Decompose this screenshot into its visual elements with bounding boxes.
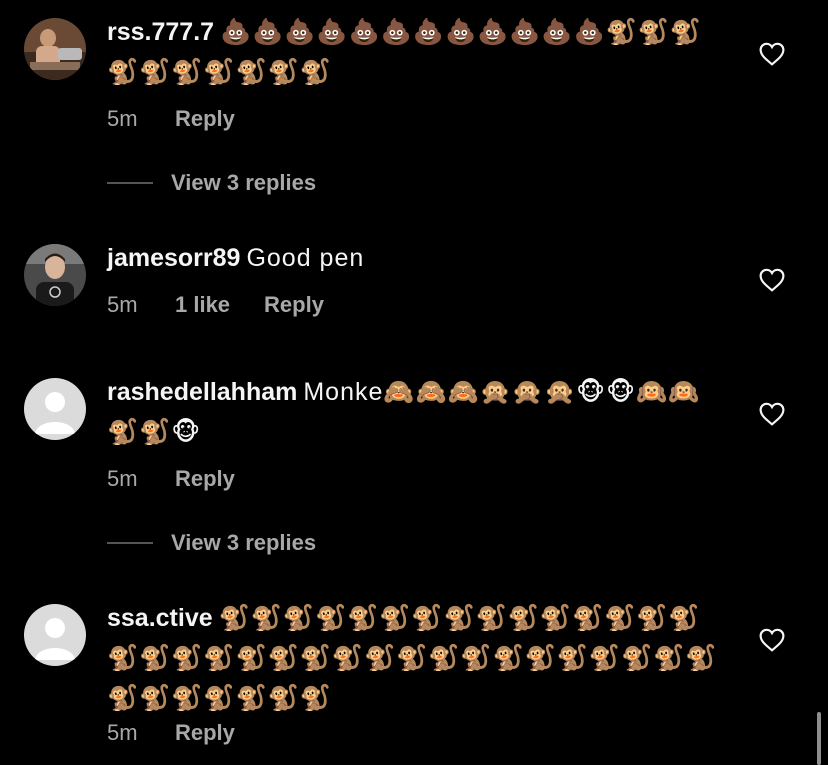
comment-username[interactable]: rashedellahham — [107, 378, 297, 406]
comment-meta: 5m Reply — [107, 106, 727, 132]
comment-username[interactable]: ssa.ctive — [107, 604, 213, 632]
reply-button[interactable]: Reply — [175, 466, 235, 492]
heart-outline-icon[interactable] — [759, 42, 785, 66]
reply-button[interactable]: Reply — [175, 106, 235, 132]
comment-username[interactable]: jamesorr89 — [107, 244, 240, 272]
avatar[interactable] — [24, 18, 86, 80]
comment-meta: 5m Reply — [107, 466, 727, 492]
avatar-photo — [24, 18, 86, 80]
reply-button[interactable]: Reply — [175, 720, 235, 746]
view-replies-label: View 3 replies — [171, 530, 317, 555]
comment-time: 5m — [107, 106, 138, 131]
view-replies-button[interactable]: View 3 replies — [107, 530, 316, 556]
comment-time: 5m — [107, 292, 138, 317]
comment-time: 5m — [107, 466, 138, 491]
comment-username[interactable]: rss.777.7 — [107, 18, 214, 46]
comment-meta: 5m Reply — [107, 720, 727, 746]
comment-text: rashedellahham Monke🙈🙈🙈🙊🙊🙊🐵🐵🙉🙉🐒🐒🐵 — [107, 372, 727, 452]
avatar[interactable] — [24, 244, 86, 306]
like-count[interactable]: 1 like — [175, 292, 230, 318]
heart-outline-icon[interactable] — [759, 268, 785, 292]
avatar[interactable] — [24, 378, 86, 440]
heart-outline-icon[interactable] — [759, 402, 785, 426]
comment-text: rss.777.7 💩💩💩💩💩💩💩💩💩💩💩💩🐒🐒🐒🐒🐒🐒🐒🐒🐒🐒 — [107, 12, 727, 92]
avatar[interactable] — [24, 604, 86, 666]
divider-line — [107, 542, 153, 544]
view-replies-label: View 3 replies — [171, 170, 317, 195]
scrollbar[interactable] — [817, 712, 821, 765]
comment-meta: 5m 1 like Reply — [107, 292, 727, 318]
heart-outline-icon[interactable] — [759, 628, 785, 652]
view-replies-button[interactable]: View 3 replies — [107, 170, 316, 196]
divider-line — [107, 182, 153, 184]
reply-button[interactable]: Reply — [264, 292, 324, 318]
person-placeholder-icon — [24, 378, 86, 440]
comment-text: jamesorr89 Good pen — [107, 238, 727, 278]
comment-time: 5m — [107, 720, 138, 745]
comment-text: ssa.ctive 🐒🐒🐒🐒🐒🐒🐒🐒🐒🐒🐒🐒🐒🐒🐒🐒🐒🐒🐒🐒🐒🐒🐒🐒🐒🐒🐒🐒🐒🐒🐒… — [107, 598, 727, 718]
avatar-photo — [24, 244, 86, 306]
comment-message: Good pen — [246, 244, 365, 272]
person-placeholder-icon — [24, 604, 86, 666]
